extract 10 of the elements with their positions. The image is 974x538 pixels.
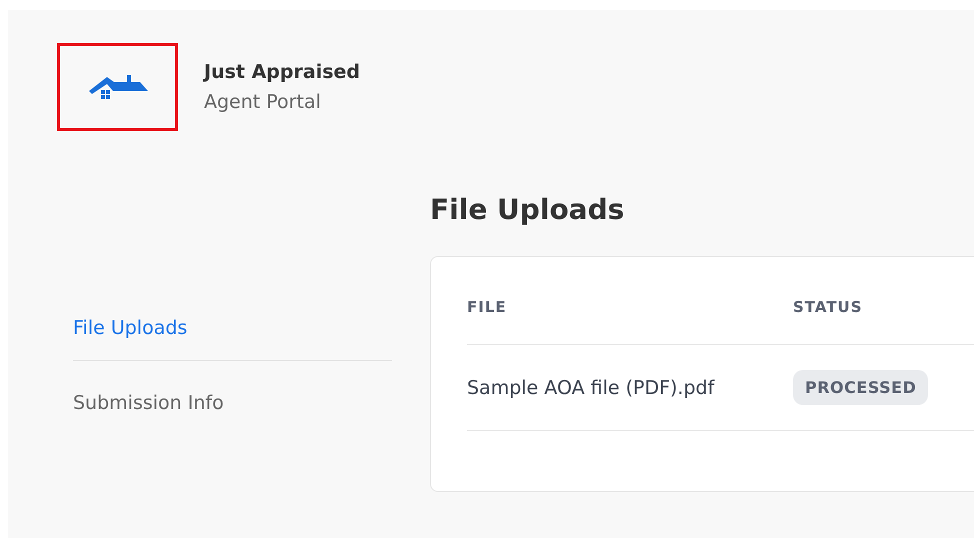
column-header: FILE xyxy=(467,298,508,316)
house-roof-icon xyxy=(88,74,148,100)
sidebar-link[interactable]: File Uploads xyxy=(73,305,392,360)
sidebar-link[interactable]: Submission Info xyxy=(73,360,392,435)
status-badge: PROCESSED xyxy=(793,370,928,405)
page-title: File Uploads xyxy=(430,193,626,226)
column-header: STATUS xyxy=(793,298,864,316)
brand-subtitle: Agent Portal xyxy=(204,91,322,113)
file-name-cell-text: Sample AOA file (PDF).pdf xyxy=(467,376,716,398)
brand-title: Just Appraised xyxy=(204,61,360,83)
